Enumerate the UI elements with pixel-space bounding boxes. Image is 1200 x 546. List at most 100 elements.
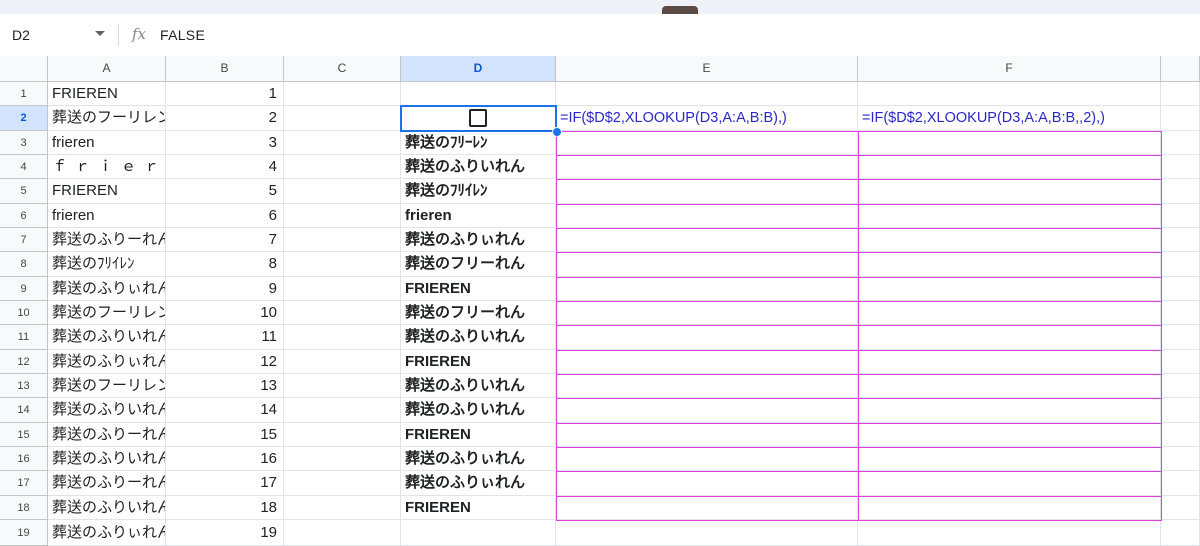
cell-e9[interactable]: [556, 277, 858, 301]
cell-b16[interactable]: 16: [166, 447, 284, 471]
cell-overflow-18[interactable]: [1161, 496, 1200, 520]
cell-c7[interactable]: [284, 228, 401, 252]
cell-c18[interactable]: [284, 496, 401, 520]
cell-d1[interactable]: [401, 82, 556, 106]
cell-d8[interactable]: 葬送のフリーれん: [401, 252, 556, 277]
row-header-16[interactable]: 16: [0, 447, 48, 471]
cell-f7[interactable]: [858, 228, 1161, 252]
cell-overflow-16[interactable]: [1161, 447, 1200, 471]
cell-b19[interactable]: 19: [166, 520, 284, 546]
cell-d10[interactable]: 葬送のフリーれん: [401, 301, 556, 325]
row-header-11[interactable]: 11: [0, 325, 48, 350]
cell-a19[interactable]: 葬送のふりぃれん: [48, 520, 166, 546]
column-header-e[interactable]: E: [556, 56, 858, 82]
cell-f2[interactable]: =IF($D$2,XLOOKUP(D3,A:A,B:B,,2),): [858, 106, 1161, 131]
formula-input[interactable]: FALSE: [160, 27, 205, 43]
cell-d15[interactable]: FRIEREN: [401, 423, 556, 447]
cell-b6[interactable]: 6: [166, 204, 284, 228]
select-all-corner[interactable]: [0, 56, 48, 82]
cell-e16[interactable]: [556, 447, 858, 471]
column-header-c[interactable]: C: [284, 56, 401, 82]
cell-a16[interactable]: 葬送のふりいれん: [48, 447, 166, 471]
cell-f8[interactable]: [858, 252, 1161, 277]
cell-d7[interactable]: 葬送のふりぃれん: [401, 228, 556, 252]
cell-overflow-3[interactable]: [1161, 131, 1200, 155]
cell-e7[interactable]: [556, 228, 858, 252]
row-header-6[interactable]: 6: [0, 204, 48, 228]
cell-b14[interactable]: 14: [166, 398, 284, 423]
row-header-3[interactable]: 3: [0, 131, 48, 155]
row-header-10[interactable]: 10: [0, 301, 48, 325]
chevron-down-icon[interactable]: [95, 31, 105, 36]
cell-a2[interactable]: 葬送のフーリレン: [48, 106, 166, 131]
cell-overflow-1[interactable]: [1161, 82, 1200, 106]
cell-f10[interactable]: [858, 301, 1161, 325]
column-header-d[interactable]: D: [401, 56, 556, 82]
cell-a3[interactable]: frieren: [48, 131, 166, 155]
cell-e10[interactable]: [556, 301, 858, 325]
cell-f16[interactable]: [858, 447, 1161, 471]
cell-e17[interactable]: [556, 471, 858, 496]
cell-b3[interactable]: 3: [166, 131, 284, 155]
cell-b2[interactable]: 2: [166, 106, 284, 131]
cell-d5[interactable]: 葬送のﾌﾘｲﾚﾝ: [401, 179, 556, 204]
cell-d18[interactable]: FRIEREN: [401, 496, 556, 520]
cell-e5[interactable]: [556, 179, 858, 204]
cell-e14[interactable]: [556, 398, 858, 423]
row-header-4[interactable]: 4: [0, 155, 48, 179]
cell-b10[interactable]: 10: [166, 301, 284, 325]
cell-b5[interactable]: 5: [166, 179, 284, 204]
cell-c8[interactable]: [284, 252, 401, 277]
cell-f12[interactable]: [858, 350, 1161, 374]
cell-e2[interactable]: =IF($D$2,XLOOKUP(D3,A:A,B:B),): [556, 106, 858, 131]
cell-a14[interactable]: 葬送のふりいれん: [48, 398, 166, 423]
row-header-17[interactable]: 17: [0, 471, 48, 496]
row-header-18[interactable]: 18: [0, 496, 48, 520]
row-header-1[interactable]: 1: [0, 82, 48, 106]
cell-overflow-11[interactable]: [1161, 325, 1200, 350]
cell-a6[interactable]: frieren: [48, 204, 166, 228]
cell-c13[interactable]: [284, 374, 401, 398]
cell-c15[interactable]: [284, 423, 401, 447]
cell-d19[interactable]: [401, 520, 556, 546]
row-header-7[interactable]: 7: [0, 228, 48, 252]
cell-overflow-7[interactable]: [1161, 228, 1200, 252]
cell-c1[interactable]: [284, 82, 401, 106]
cell-a11[interactable]: 葬送のふりいれん: [48, 325, 166, 350]
cell-a17[interactable]: 葬送のふりーれん: [48, 471, 166, 496]
cell-a7[interactable]: 葬送のふりーれん: [48, 228, 166, 252]
cell-overflow-2[interactable]: [1161, 106, 1200, 131]
cell-f17[interactable]: [858, 471, 1161, 496]
cell-overflow-10[interactable]: [1161, 301, 1200, 325]
fill-handle[interactable]: [552, 127, 562, 137]
cell-d17[interactable]: 葬送のふりぃれん: [401, 471, 556, 496]
cell-c14[interactable]: [284, 398, 401, 423]
cell-c19[interactable]: [284, 520, 401, 546]
cell-a12[interactable]: 葬送のふりぃれん: [48, 350, 166, 374]
cell-b8[interactable]: 8: [166, 252, 284, 277]
column-header-b[interactable]: B: [166, 56, 284, 82]
cell-a13[interactable]: 葬送のフーリレン: [48, 374, 166, 398]
d2-checkbox[interactable]: [469, 109, 487, 127]
cell-c4[interactable]: [284, 155, 401, 179]
name-box[interactable]: D2: [0, 14, 112, 56]
cell-f5[interactable]: [858, 179, 1161, 204]
cell-b12[interactable]: 12: [166, 350, 284, 374]
cell-f1[interactable]: [858, 82, 1161, 106]
cell-overflow-17[interactable]: [1161, 471, 1200, 496]
cell-f19[interactable]: [858, 520, 1161, 546]
cell-d16[interactable]: 葬送のふりぃれん: [401, 447, 556, 471]
cell-b15[interactable]: 15: [166, 423, 284, 447]
cell-e8[interactable]: [556, 252, 858, 277]
row-header-14[interactable]: 14: [0, 398, 48, 423]
cell-f11[interactable]: [858, 325, 1161, 350]
cell-b18[interactable]: 18: [166, 496, 284, 520]
row-header-12[interactable]: 12: [0, 350, 48, 374]
cell-d3[interactable]: 葬送のﾌﾘｰﾚﾝ: [401, 131, 556, 155]
cell-b9[interactable]: 9: [166, 277, 284, 301]
row-header-13[interactable]: 13: [0, 374, 48, 398]
cell-f3[interactable]: [858, 131, 1161, 155]
row-header-8[interactable]: 8: [0, 252, 48, 277]
column-header-a[interactable]: A: [48, 56, 166, 82]
cell-f6[interactable]: [858, 204, 1161, 228]
